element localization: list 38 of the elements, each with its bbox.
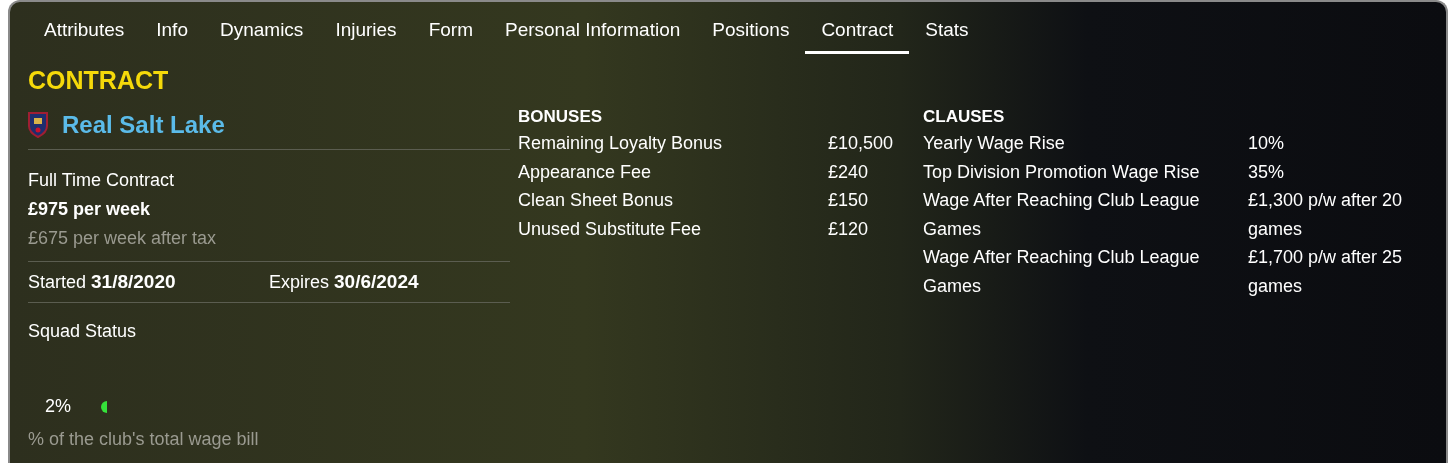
bonus-name: Clean Sheet Bonus (518, 189, 675, 212)
clause-value: 10% (1248, 132, 1286, 155)
squad-status-label: Squad Status (28, 321, 137, 342)
shield-icon (28, 112, 48, 138)
clauses-heading: CLAUSES (923, 107, 1005, 127)
expiry-date-text: Expires 30/6/2024 (269, 270, 420, 294)
clause-value: 35% (1248, 160, 1286, 184)
clause-name: Wage After Reaching Club League Games (923, 246, 1201, 298)
bonus-name: Unused Substitute Fee (518, 217, 703, 241)
tab[interactable]: Injuries (319, 2, 413, 54)
section-title: CONTRACT (28, 66, 169, 95)
tab[interactable]: Personal Information (488, 2, 697, 54)
bonus-name: Appearance Fee (518, 160, 653, 184)
clause-name: Top Division Promotion Wage Rise (923, 160, 1201, 184)
club-link[interactable]: Real Salt Lake (62, 111, 225, 139)
clause-name: Wage After Reaching Club League Games (923, 189, 1201, 241)
tab[interactable]: Attributes (28, 2, 141, 54)
wage-text: £975 per week (28, 198, 152, 221)
bonus-value: £240 (828, 160, 869, 184)
tab[interactable]: Contract (805, 2, 910, 54)
bonus-value: £120 (828, 217, 869, 241)
wage-share-reading: 2% (45, 396, 71, 417)
tab[interactable]: Info (140, 2, 204, 54)
tab[interactable]: Stats (909, 2, 985, 54)
tab[interactable]: Positions (696, 2, 806, 54)
bonus-name: Remaining Loyalty Bonus (518, 132, 724, 155)
clause-value: £1,300 p/w after 20 games (1248, 189, 1404, 241)
start-date-text: Started 31/8/2020 (28, 270, 177, 294)
tab[interactable]: Form (412, 2, 489, 54)
tab[interactable]: Dynamics (203, 2, 320, 54)
clause-name: Yearly Wage Rise (923, 132, 1066, 155)
wage-share-caption: % of the club's total wage bill (28, 429, 259, 450)
clause-value: £1,700 p/w after 25 games (1248, 246, 1404, 298)
bonus-value: £150 (828, 189, 869, 212)
bonuses-heading: BONUSES (518, 107, 603, 127)
contract-type: Full Time Contract (28, 169, 176, 192)
bonus-value: £10,500 (828, 132, 894, 155)
wage-after-tax-text: £675 per week after tax (28, 227, 218, 250)
